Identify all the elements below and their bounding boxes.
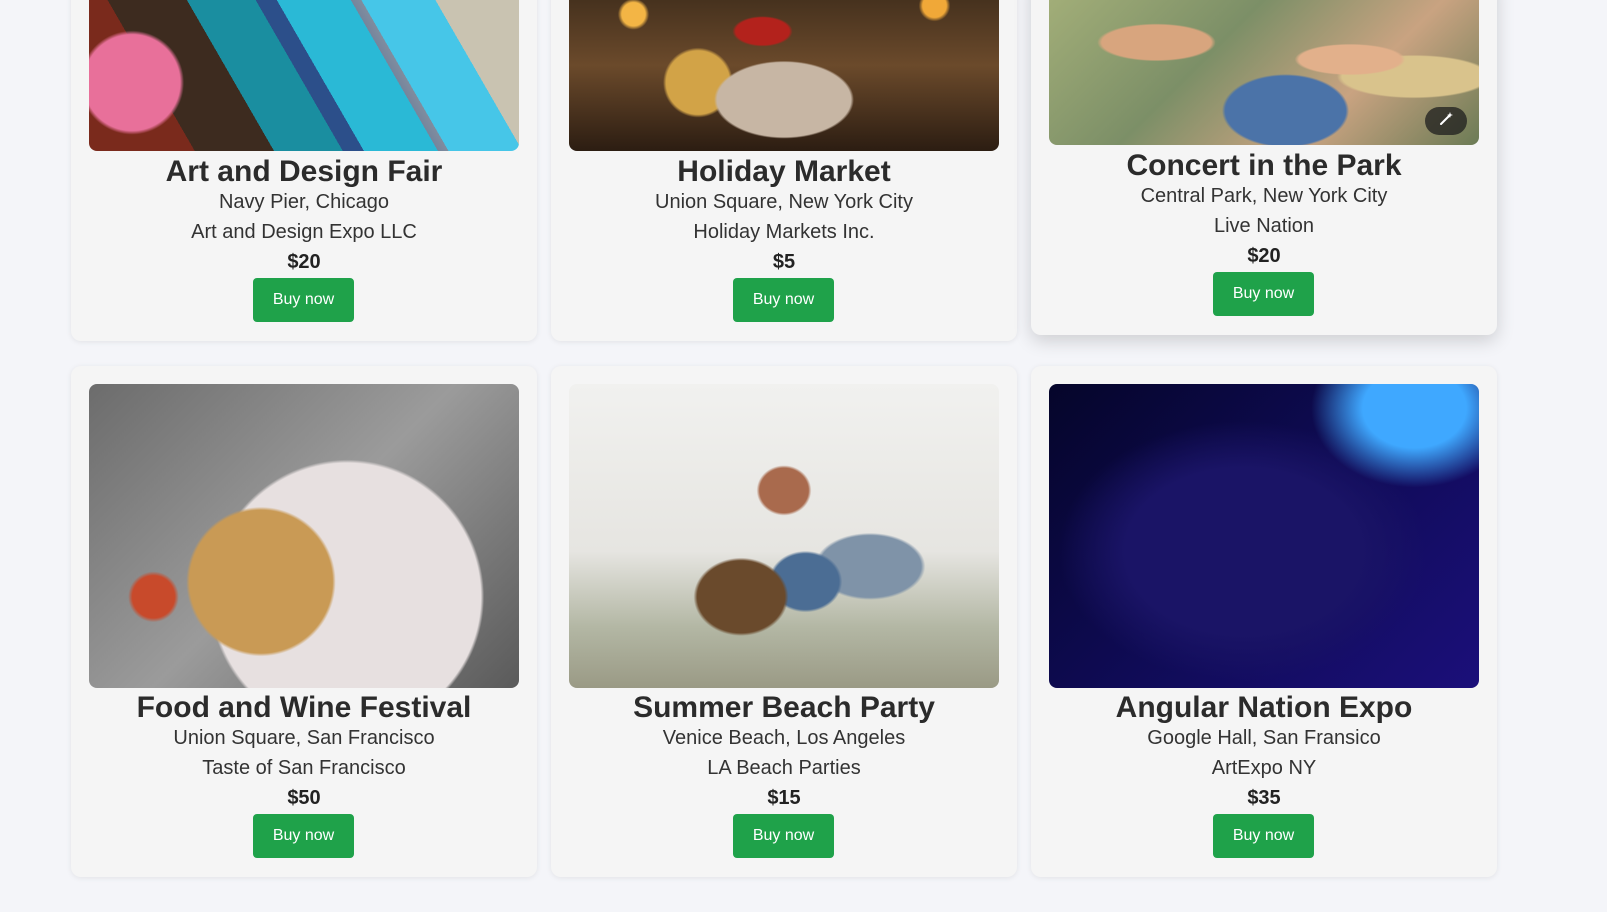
paint-brushes-image bbox=[89, 0, 519, 151]
events-page: Art and Design Fair Navy Pier, Chicago A… bbox=[0, 0, 1607, 912]
event-card-angular-nation-expo: Angular Nation Expo Google Hall, San Fra… bbox=[1031, 366, 1497, 877]
event-organizer: LA Beach Parties bbox=[707, 757, 861, 779]
buy-now-button[interactable]: Buy now bbox=[253, 814, 354, 858]
buy-now-button[interactable]: Buy now bbox=[733, 278, 834, 322]
event-location: Navy Pier, Chicago bbox=[218, 191, 390, 213]
event-title: Summer Beach Party bbox=[633, 691, 935, 724]
event-title: Concert in the Park bbox=[1126, 149, 1402, 182]
buy-now-button[interactable]: Buy now bbox=[733, 814, 834, 858]
event-title: Holiday Market bbox=[677, 155, 891, 188]
event-location: Google Hall, San Fransico bbox=[1147, 727, 1381, 749]
event-organizer: Live Nation bbox=[1213, 215, 1315, 237]
beach-friends-image bbox=[569, 384, 999, 688]
event-price: $20 bbox=[1247, 245, 1281, 267]
event-organizer: Art and Design Expo LLC bbox=[191, 221, 417, 243]
buy-now-button[interactable]: Buy now bbox=[1213, 272, 1314, 316]
event-card-concert-in-the-park: Concert in the Park Central Park, New Yo… bbox=[1031, 0, 1497, 335]
event-location: Union Square, San Francisco bbox=[173, 727, 435, 749]
event-title: Art and Design Fair bbox=[165, 155, 443, 188]
event-price: $15 bbox=[767, 787, 801, 809]
code-laptop-image bbox=[1049, 384, 1479, 688]
event-title: Angular Nation Expo bbox=[1115, 691, 1413, 724]
event-location: Central Park, New York City bbox=[1140, 185, 1388, 207]
event-organizer: ArtExpo NY bbox=[1211, 757, 1317, 779]
event-card-art-and-design-fair: Art and Design Fair Navy Pier, Chicago A… bbox=[71, 0, 537, 341]
event-title: Food and Wine Festival bbox=[136, 691, 472, 724]
buy-now-button[interactable]: Buy now bbox=[253, 278, 354, 322]
event-price: $50 bbox=[287, 787, 321, 809]
concert-crowd-image bbox=[1049, 0, 1479, 145]
event-card-food-and-wine-festival: Food and Wine Festival Union Square, San… bbox=[71, 366, 537, 877]
event-location: Venice Beach, Los Angeles bbox=[662, 727, 906, 749]
event-organizer: Taste of San Francisco bbox=[202, 757, 406, 779]
event-price: $35 bbox=[1247, 787, 1281, 809]
event-price: $5 bbox=[772, 251, 796, 273]
magic-wand-icon bbox=[1438, 111, 1454, 132]
event-location: Union Square, New York City bbox=[655, 191, 913, 213]
event-organizer: Holiday Markets Inc. bbox=[693, 221, 875, 243]
event-card-summer-beach-party: Summer Beach Party Venice Beach, Los Ang… bbox=[551, 366, 1017, 877]
buy-now-button[interactable]: Buy now bbox=[1213, 814, 1314, 858]
pasta-plate-image bbox=[89, 384, 519, 688]
event-price: $20 bbox=[287, 251, 321, 273]
holiday-market-image bbox=[569, 0, 999, 151]
event-card-holiday-market: Holiday Market Union Square, New York Ci… bbox=[551, 0, 1017, 341]
magic-wand-button[interactable] bbox=[1425, 107, 1467, 135]
